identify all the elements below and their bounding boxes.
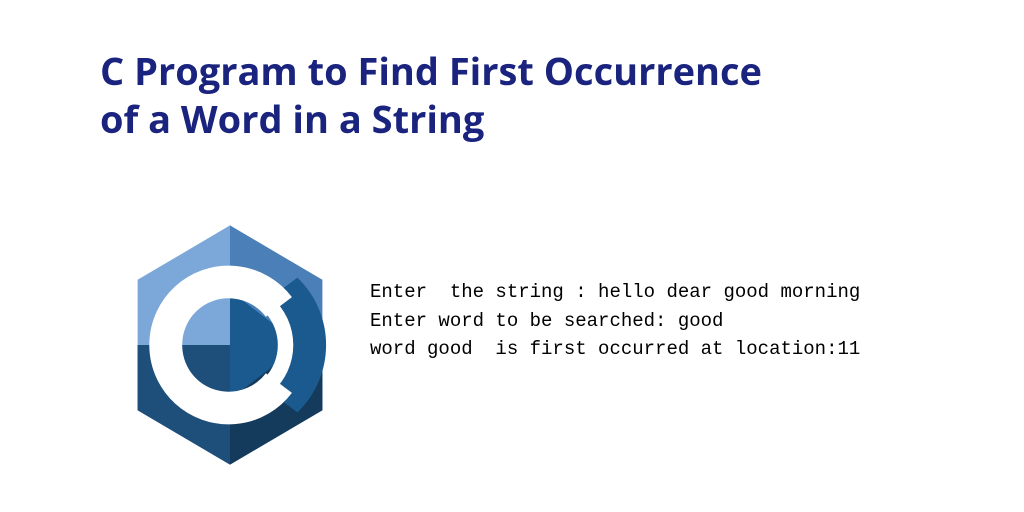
- page-title: C Program to Find First Occurrence of a …: [100, 48, 762, 143]
- program-output: Enter the string : hello dear good morni…: [370, 278, 860, 364]
- c-language-logo: [120, 220, 340, 470]
- title-line-1: C Program to Find First Occurrence: [100, 45, 762, 97]
- title-line-2: of a Word in a String: [100, 93, 484, 145]
- output-line-3: word good is first occurred at location:…: [370, 338, 860, 360]
- output-line-1: Enter the string : hello dear good morni…: [370, 281, 860, 303]
- output-line-2: Enter word to be searched: good: [370, 310, 723, 332]
